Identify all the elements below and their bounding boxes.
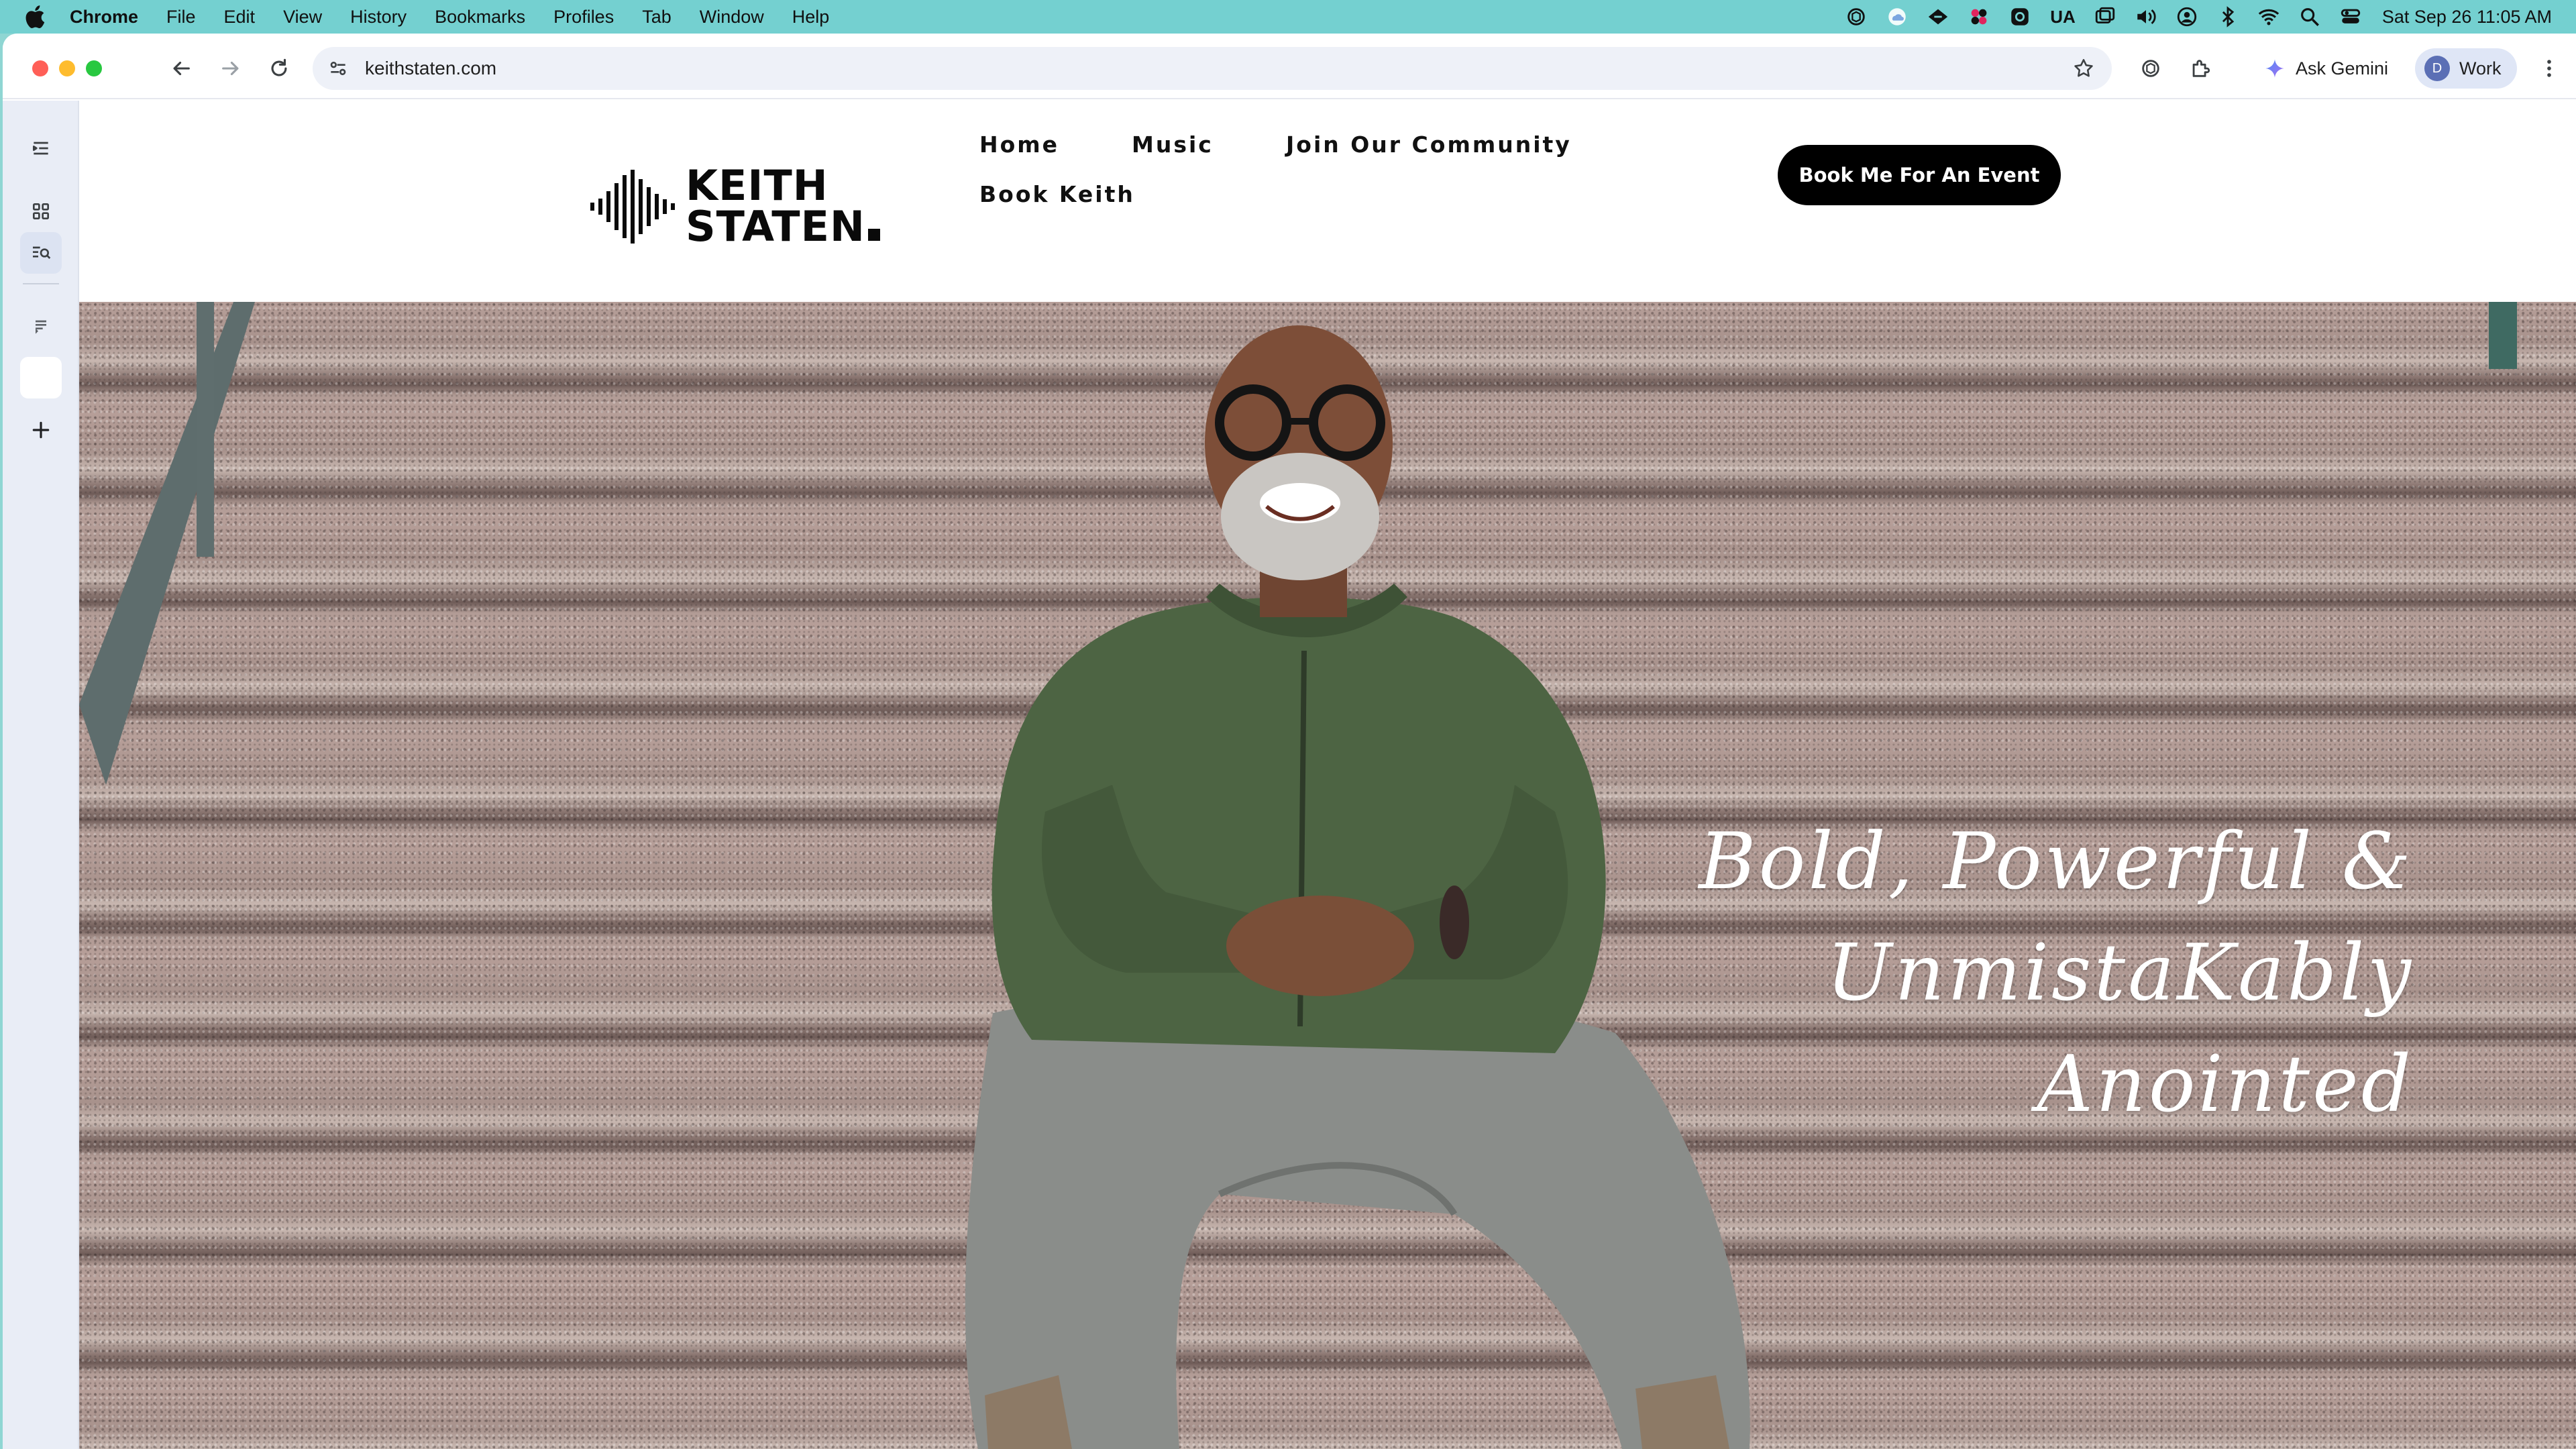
menu-history[interactable]: History <box>350 7 407 28</box>
vpn-icon[interactable] <box>1927 5 1949 28</box>
new-tab-button[interactable] <box>20 409 62 451</box>
user-circle-icon[interactable] <box>2176 5 2198 28</box>
address-bar[interactable]: keithstaten.com <box>313 47 2112 90</box>
ask-gemini-label: Ask Gemini <box>2296 58 2389 78</box>
hero-tagline-line-2: UnmistaKably <box>1826 928 2414 1018</box>
bookmark-star-icon[interactable] <box>2070 55 2097 82</box>
side-panel-divider <box>23 283 59 284</box>
apple-icon[interactable] <box>23 3 46 30</box>
site-header: KEITH STATEN Home Music Join Our Communi… <box>79 101 2576 302</box>
site-info-icon[interactable] <box>325 55 352 82</box>
logo-line-1: KEITH <box>686 161 828 211</box>
control-center-icon[interactable] <box>2339 5 2362 28</box>
extensions-button[interactable] <box>2183 51 2218 86</box>
back-button[interactable] <box>164 51 199 86</box>
nav-home-link[interactable]: Home <box>979 131 1059 158</box>
menu-bar: Chrome File Edit View History Bookmarks … <box>0 0 2576 34</box>
cloud-icon[interactable] <box>1886 5 1909 28</box>
wifi-icon[interactable] <box>2257 5 2280 28</box>
ua-badge[interactable]: UA <box>2050 7 2076 28</box>
menu-bookmarks[interactable]: Bookmarks <box>435 7 525 28</box>
logo-wordmark: KEITH STATEN <box>686 161 880 251</box>
notes-icon <box>36 320 46 334</box>
chatgpt-icon <box>2142 60 2159 77</box>
side-tab-favicon[interactable] <box>20 306 62 347</box>
nav-book-keith-link[interactable]: Book Keith <box>979 181 1135 207</box>
nav-music-link[interactable]: Music <box>1132 131 1214 158</box>
ask-gemini-button[interactable]: Ask Gemini <box>2247 48 2416 89</box>
menu-clock[interactable]: Sat Sep 26 11:05 AM <box>2382 7 2552 28</box>
puzzle-icon <box>2192 60 2210 77</box>
menu-app-chrome[interactable]: Chrome <box>70 7 138 28</box>
menu-view[interactable]: View <box>283 7 322 28</box>
avatar: D <box>2424 56 2450 81</box>
site-logo[interactable]: KEITH STATEN <box>589 161 880 251</box>
chatgpt-icon[interactable] <box>1845 5 1868 28</box>
browser-window: keithstaten.com Ask Gemini D Work KEITH … <box>3 34 2576 1449</box>
list-indent-icon <box>33 142 48 155</box>
menu-file[interactable]: File <box>166 7 196 28</box>
window-icon[interactable] <box>2094 5 2116 28</box>
menu-window[interactable]: Window <box>700 7 764 28</box>
gemini-spark-icon <box>2265 59 2284 78</box>
menu-profiles[interactable]: Profiles <box>553 7 614 28</box>
hero-tagline-line-1: Bold, Powerful & <box>1699 816 2414 907</box>
spotlight-icon[interactable] <box>2298 5 2321 28</box>
close-window-button[interactable] <box>32 60 48 76</box>
hero-tagline-line-3: Anointed <box>2037 1039 2414 1130</box>
web-page: KEITH STATEN Home Music Join Our Communi… <box>79 101 2576 1449</box>
tab-list-button[interactable] <box>20 127 62 169</box>
profile-button[interactable]: D Work <box>2415 48 2517 89</box>
menu-tab[interactable]: Tab <box>642 7 672 28</box>
forward-button[interactable] <box>213 51 248 86</box>
search-tabs-button[interactable] <box>20 232 62 274</box>
browser-menu-button[interactable] <box>2532 51 2567 86</box>
profile-label: Work <box>2459 58 2502 78</box>
arrow-left-icon <box>173 61 190 76</box>
plus-icon <box>32 421 50 439</box>
arrow-right-icon <box>222 61 239 76</box>
side-tab-active[interactable] <box>20 357 62 398</box>
grid-view-button[interactable] <box>20 191 62 232</box>
bluetooth-icon[interactable] <box>2216 5 2239 28</box>
kebab-menu-icon <box>2547 60 2551 77</box>
fullscreen-window-button[interactable] <box>86 60 102 76</box>
nav-community-link[interactable]: Join Our Community <box>1286 131 1572 158</box>
volume-icon[interactable] <box>2135 5 2157 28</box>
logo-square-dot <box>867 229 880 241</box>
side-panel <box>3 101 79 1449</box>
menu-edit[interactable]: Edit <box>224 7 256 28</box>
hero-tagline: Bold, Powerful & UnmistaKably Anointed <box>1609 806 2414 1140</box>
minimize-window-button[interactable] <box>59 60 75 76</box>
url-text[interactable]: keithstaten.com <box>365 58 496 79</box>
book-event-button[interactable]: Book Me For An Event <box>1778 145 2061 205</box>
list-search-icon <box>33 246 51 259</box>
soundwave-logo-icon <box>590 170 675 244</box>
reload-icon <box>271 58 287 76</box>
reload-button[interactable] <box>262 51 297 86</box>
butterfly-icon[interactable] <box>1968 5 1990 28</box>
app-icon[interactable] <box>2008 5 2031 28</box>
extension-chatgpt-button[interactable] <box>2133 51 2168 86</box>
hero-section: Bold, Powerful & UnmistaKably Anointed <box>79 302 2576 1449</box>
menu-help[interactable]: Help <box>792 7 830 28</box>
status-area: UA Sat Sep 26 11:05 AM <box>1827 0 2552 34</box>
grid-icon <box>32 203 49 219</box>
browser-toolbar: keithstaten.com Ask Gemini D Work <box>3 34 2576 99</box>
logo-line-2: STATEN <box>686 202 865 251</box>
